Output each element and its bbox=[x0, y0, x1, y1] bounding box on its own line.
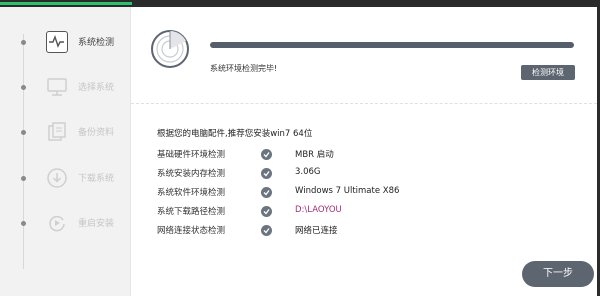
check-label: 系统下载路径检测 bbox=[157, 207, 226, 217]
document-icon bbox=[46, 121, 68, 143]
sidebar-item-label: 重启安装 bbox=[78, 219, 115, 229]
sidebar-item-label: 选择系统 bbox=[78, 83, 115, 93]
check-icon bbox=[261, 149, 272, 160]
check-label: 系统软件环境检测 bbox=[157, 188, 226, 198]
check-icon bbox=[261, 206, 272, 217]
main-panel: 系统环境检测完毕! 检测环境 根据您的电脑配件,推荐您安装win7 64位 基础… bbox=[131, 7, 597, 296]
sidebar-item-restart-install[interactable]: 重启安装 bbox=[0, 208, 131, 238]
step-dot bbox=[21, 130, 26, 135]
sidebar-item-system-check[interactable]: 系统检测 bbox=[0, 27, 131, 57]
recommendation-text: 根据您的电脑配件,推荐您安装win7 64位 bbox=[157, 129, 313, 139]
sidebar-item-download[interactable]: 下载系统 bbox=[0, 163, 131, 193]
check-value: D:\LAOYOU bbox=[295, 205, 342, 215]
active-tab-accent bbox=[0, 2, 132, 5]
check-value: Windows 7 Ultimate X86 bbox=[295, 186, 400, 196]
check-value: 网络已连接 bbox=[295, 226, 338, 236]
check-icon bbox=[261, 168, 272, 179]
check-row-memory: 系统安装内存检测 3.06G bbox=[157, 167, 577, 181]
next-button[interactable]: 下一步 bbox=[522, 261, 594, 287]
sidebar-item-label: 下载系统 bbox=[78, 174, 115, 184]
check-icon bbox=[261, 187, 272, 198]
step-dot bbox=[21, 85, 26, 90]
check-label: 系统安装内存检测 bbox=[157, 169, 226, 179]
restart-icon bbox=[46, 212, 68, 234]
scan-status-text: 系统环境检测完毕! bbox=[210, 64, 278, 73]
section-divider bbox=[131, 103, 597, 104]
sidebar: 系统检测 选择系统 备份资料 下载系统 重启安装 bbox=[0, 7, 131, 296]
sidebar-item-backup[interactable]: 备份资料 bbox=[0, 117, 131, 147]
step-dot bbox=[21, 40, 26, 45]
radar-icon bbox=[150, 29, 190, 69]
check-value: 3.06G bbox=[295, 167, 321, 177]
check-label: 基础硬件环境检测 bbox=[157, 150, 226, 160]
pulse-monitor-icon bbox=[46, 31, 68, 53]
check-row-software: 系统软件环境检测 Windows 7 Ultimate X86 bbox=[157, 186, 577, 200]
step-dot bbox=[21, 176, 26, 181]
sidebar-item-select-system[interactable]: 选择系统 bbox=[0, 72, 131, 102]
check-row-download-path: 系统下载路径检测 D:\LAOYOU bbox=[157, 205, 577, 219]
download-icon bbox=[46, 167, 68, 189]
sidebar-item-label: 备份资料 bbox=[78, 128, 115, 138]
check-label: 网络连接状态检测 bbox=[157, 226, 226, 236]
detect-environment-button[interactable]: 检测环境 bbox=[521, 65, 575, 80]
scan-progress-bar bbox=[210, 42, 574, 48]
step-dot bbox=[21, 221, 26, 226]
check-icon bbox=[261, 225, 272, 236]
sidebar-item-label: 系统检测 bbox=[78, 38, 115, 48]
window-top-bar bbox=[0, 0, 600, 7]
monitor-icon bbox=[46, 76, 68, 98]
check-row-network: 网络连接状态检测 网络已连接 bbox=[157, 224, 577, 238]
check-value: MBR 启动 bbox=[295, 150, 334, 160]
check-row-hardware: 基础硬件环境检测 MBR 启动 bbox=[157, 148, 577, 162]
